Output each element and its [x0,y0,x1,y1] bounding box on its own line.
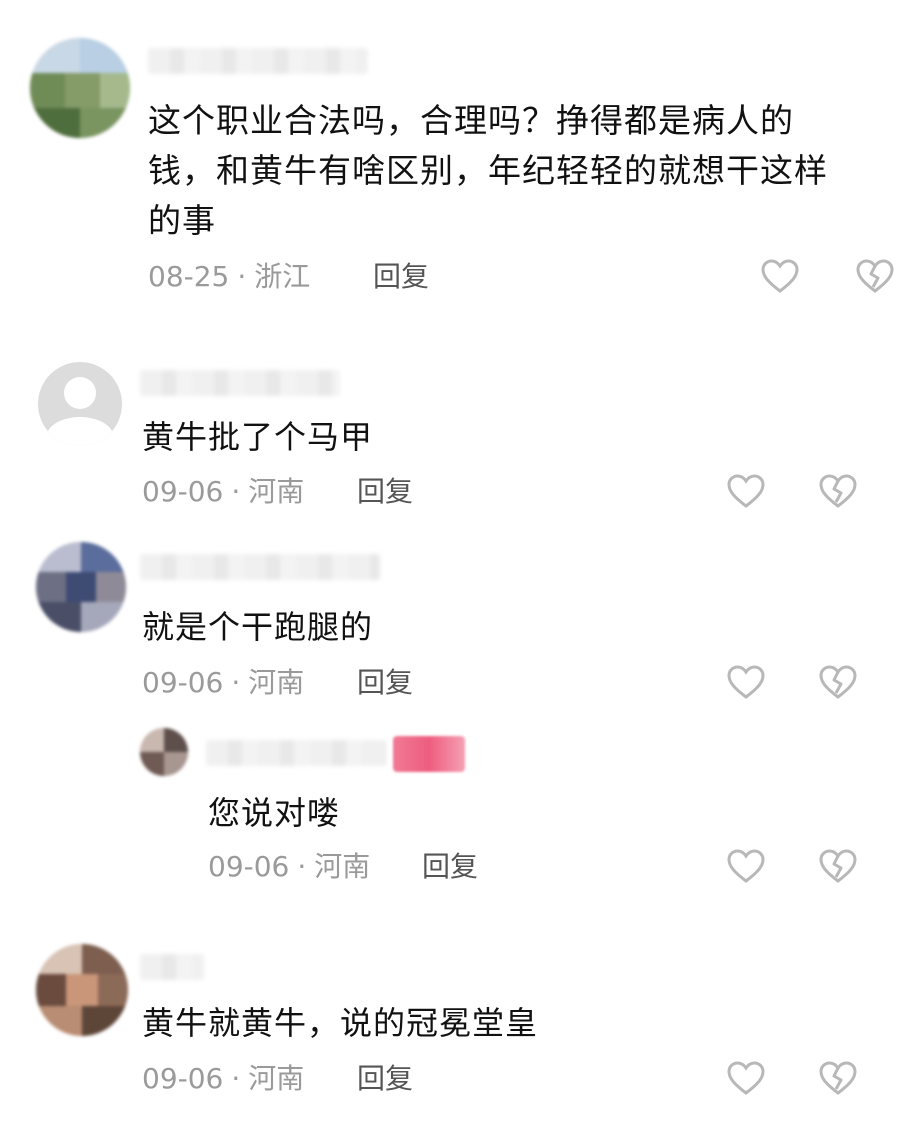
avatar[interactable] [36,944,128,1036]
meta-separator: · [231,1062,241,1095]
broken-heart-icon[interactable] [818,847,858,887]
broken-heart-icon[interactable] [818,1059,858,1099]
reply-item: 您说对喽 09-06 · 河南 回复 [0,720,900,900]
author-tag [393,736,465,772]
comment-text: 这个职业合法吗，合理吗？挣得都是病人的 钱，和黄牛有啥区别，年纪轻轻的就想干这样… [148,96,888,246]
avatar[interactable] [36,542,126,632]
comment-date: 09-06 [208,850,290,883]
username[interactable] [148,48,368,74]
comment-text: 黄牛就黄牛，说的冠冕堂皇 [142,1000,538,1046]
comment-location: 浙江 [254,260,311,293]
comment-meta: 09-06 · 河南 [208,850,370,884]
reply-button[interactable]: 回复 [422,850,478,884]
avatar[interactable] [140,728,188,776]
username[interactable] [140,370,340,396]
comment-item: 黄牛就黄牛，说的冠冕堂皇 09-06 · 河南 回复 [0,930,900,1126]
comment-text: 黄牛批了个马甲 [142,414,373,460]
comment-date: 09-06 [142,475,224,508]
comment-text: 就是个干跑腿的 [142,604,373,650]
broken-heart-icon[interactable] [818,663,858,703]
comment-location: 河南 [248,666,305,699]
comment-text-line: 黄牛批了个马甲 [142,418,374,456]
comment-date: 09-06 [142,1062,224,1095]
comment-item: 黄牛批了个马甲 09-06 · 河南 回复 [0,340,900,520]
comment-text-line: 的事 [148,201,216,240]
broken-heart-icon[interactable] [818,472,858,512]
heart-outline-icon[interactable] [726,663,766,703]
comment-meta: 08-25 · 浙江 [148,260,310,294]
comment-location: 河南 [248,475,305,508]
comment-text-line: 您说对喽 [208,794,341,832]
reply-button[interactable]: 回复 [373,260,429,294]
meta-separator: · [297,850,307,883]
heart-outline-icon[interactable] [726,472,766,512]
meta-separator: · [231,666,241,699]
comment-date: 09-06 [142,666,224,699]
meta-separator: · [231,475,241,508]
reply-button[interactable]: 回复 [357,666,413,700]
username[interactable] [206,740,386,766]
comment-meta: 09-06 · 河南 [142,1062,304,1096]
comment-location: 河南 [248,1062,305,1095]
username[interactable] [140,954,204,980]
comment-location: 河南 [314,850,371,883]
username[interactable] [140,554,380,580]
comment-date: 08-25 [148,260,230,293]
comment-meta: 09-06 · 河南 [142,666,304,700]
comment-text: 您说对喽 [208,790,340,836]
heart-outline-icon[interactable] [760,257,800,297]
comment-meta: 09-06 · 河南 [142,475,304,509]
reply-button[interactable]: 回复 [357,475,413,509]
heart-outline-icon[interactable] [726,847,766,887]
comment-text-line: 这个职业合法吗，合理吗？挣得都是病人的 [148,101,794,140]
comment-text-line: 黄牛就黄牛，说的冠冕堂皇 [142,1004,539,1042]
avatar[interactable] [38,362,122,446]
heart-outline-icon[interactable] [726,1059,766,1099]
meta-separator: · [237,260,247,293]
comment-item: 就是个干跑腿的 09-06 · 河南 回复 [0,530,900,710]
reply-button[interactable]: 回复 [357,1062,413,1096]
comment-text-line: 就是个干跑腿的 [142,608,374,646]
comment-item: 这个职业合法吗，合理吗？挣得都是病人的 钱，和黄牛有啥区别，年纪轻轻的就想干这样… [0,0,900,320]
avatar[interactable] [30,38,130,138]
broken-heart-icon[interactable] [855,257,895,297]
comment-text-line: 钱，和黄牛有啥区别，年纪轻轻的就想干这样 [148,151,828,190]
